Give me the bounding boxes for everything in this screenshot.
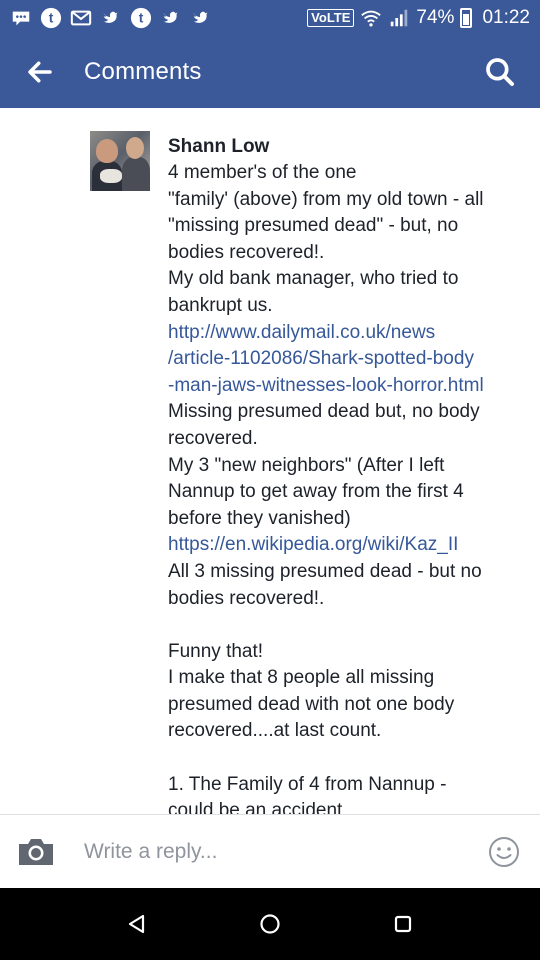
comment-line: Missing presumed dead but, no body bbox=[168, 401, 480, 423]
avatar[interactable] bbox=[90, 131, 150, 191]
comment-line: My 3 "new neighbors" (After I left bbox=[168, 454, 445, 476]
comment-link[interactable]: /article-1102086/Shark-spotted-body bbox=[168, 346, 528, 373]
page-title: Comments bbox=[84, 58, 202, 85]
comment-line: bankrupt us. bbox=[168, 294, 273, 316]
bird-icon bbox=[160, 7, 182, 29]
comments-list[interactable]: Shann Low 4 member's of the one "family' … bbox=[0, 108, 540, 814]
comment-spacer bbox=[168, 612, 528, 639]
camera-icon bbox=[16, 836, 56, 868]
comment-line: All 3 missing presumed dead - but no bbox=[168, 560, 482, 582]
comment-line: presumed dead with not one body bbox=[168, 693, 455, 715]
tumblr-icon: t bbox=[40, 7, 62, 29]
bird-icon bbox=[190, 7, 212, 29]
comment-line: recovered. bbox=[168, 427, 258, 449]
triangle-back-icon bbox=[126, 913, 148, 935]
comment-line: bodies recovered!. bbox=[168, 241, 325, 263]
nav-home-button[interactable] bbox=[240, 894, 300, 954]
tumblr-icon: t bbox=[130, 7, 152, 29]
comment-link[interactable]: https://en.wikipedia.org/wiki/Kaz_II bbox=[168, 532, 528, 559]
gmail-icon bbox=[70, 7, 92, 29]
comment: Shann Low 4 member's of the one "family' … bbox=[168, 134, 528, 814]
nav-back-button[interactable] bbox=[107, 894, 167, 954]
app-bar: Comments bbox=[0, 36, 540, 108]
battery-icon bbox=[460, 8, 473, 28]
search-icon bbox=[484, 56, 516, 88]
wifi-icon bbox=[360, 7, 382, 29]
bird-icon bbox=[100, 7, 122, 29]
comment-link[interactable]: -man-jaws-witnesses-look-horror.html bbox=[168, 373, 528, 400]
notification-icons: t t bbox=[10, 7, 212, 29]
emoji-button[interactable] bbox=[468, 815, 540, 889]
signal-icon bbox=[388, 7, 410, 29]
smiley-icon bbox=[488, 836, 520, 868]
arrow-left-icon bbox=[25, 57, 55, 87]
comment-line: "family' (above) from my old town - all bbox=[168, 188, 484, 210]
comment-line: bodies recovered!. bbox=[168, 587, 325, 609]
comment-line: recovered....at last count. bbox=[168, 720, 382, 742]
square-recents-icon bbox=[392, 913, 414, 935]
reply-input[interactable] bbox=[84, 831, 464, 872]
comment-line: before they vanished) bbox=[168, 507, 351, 529]
svg-text:t: t bbox=[49, 11, 54, 26]
nav-recents-button[interactable] bbox=[373, 894, 433, 954]
search-button[interactable] bbox=[460, 36, 540, 108]
comment-line: My old bank manager, who tried to bbox=[168, 268, 459, 290]
comment-line: 4 member's of the one bbox=[168, 162, 357, 183]
system-status: VoLTE 74% 01:22 bbox=[307, 7, 530, 29]
reply-bar bbox=[0, 814, 540, 888]
comment-line: could be an accident bbox=[168, 800, 343, 814]
circle-home-icon bbox=[259, 913, 281, 935]
camera-button[interactable] bbox=[0, 815, 72, 889]
comment-line: 1. The Family of 4 from Nannup - bbox=[168, 773, 447, 795]
back-button[interactable] bbox=[0, 36, 80, 108]
volte-badge: VoLTE bbox=[307, 9, 355, 27]
battery-percent: 74% bbox=[416, 7, 455, 28]
comment-line: Funny that! bbox=[168, 640, 264, 662]
comment-spacer bbox=[168, 745, 528, 772]
svg-text:t: t bbox=[139, 11, 144, 26]
comment-body: 4 member's of the one "family' (above) fr… bbox=[168, 160, 528, 814]
comment-line: "missing presumed dead" - but, no bbox=[168, 215, 459, 237]
comment-line: Nannup to get away from the first 4 bbox=[168, 481, 464, 503]
clock: 01:22 bbox=[482, 7, 530, 28]
comment-link[interactable]: http://www.dailymail.co.uk/news bbox=[168, 320, 528, 347]
navigation-bar bbox=[0, 888, 540, 960]
comment-author[interactable]: Shann Low bbox=[168, 134, 528, 160]
messenger-icon bbox=[10, 7, 32, 29]
status-bar: t t VoLTE 74% 01:22 bbox=[0, 0, 540, 36]
comment-line: I make that 8 people all missing bbox=[168, 667, 435, 689]
